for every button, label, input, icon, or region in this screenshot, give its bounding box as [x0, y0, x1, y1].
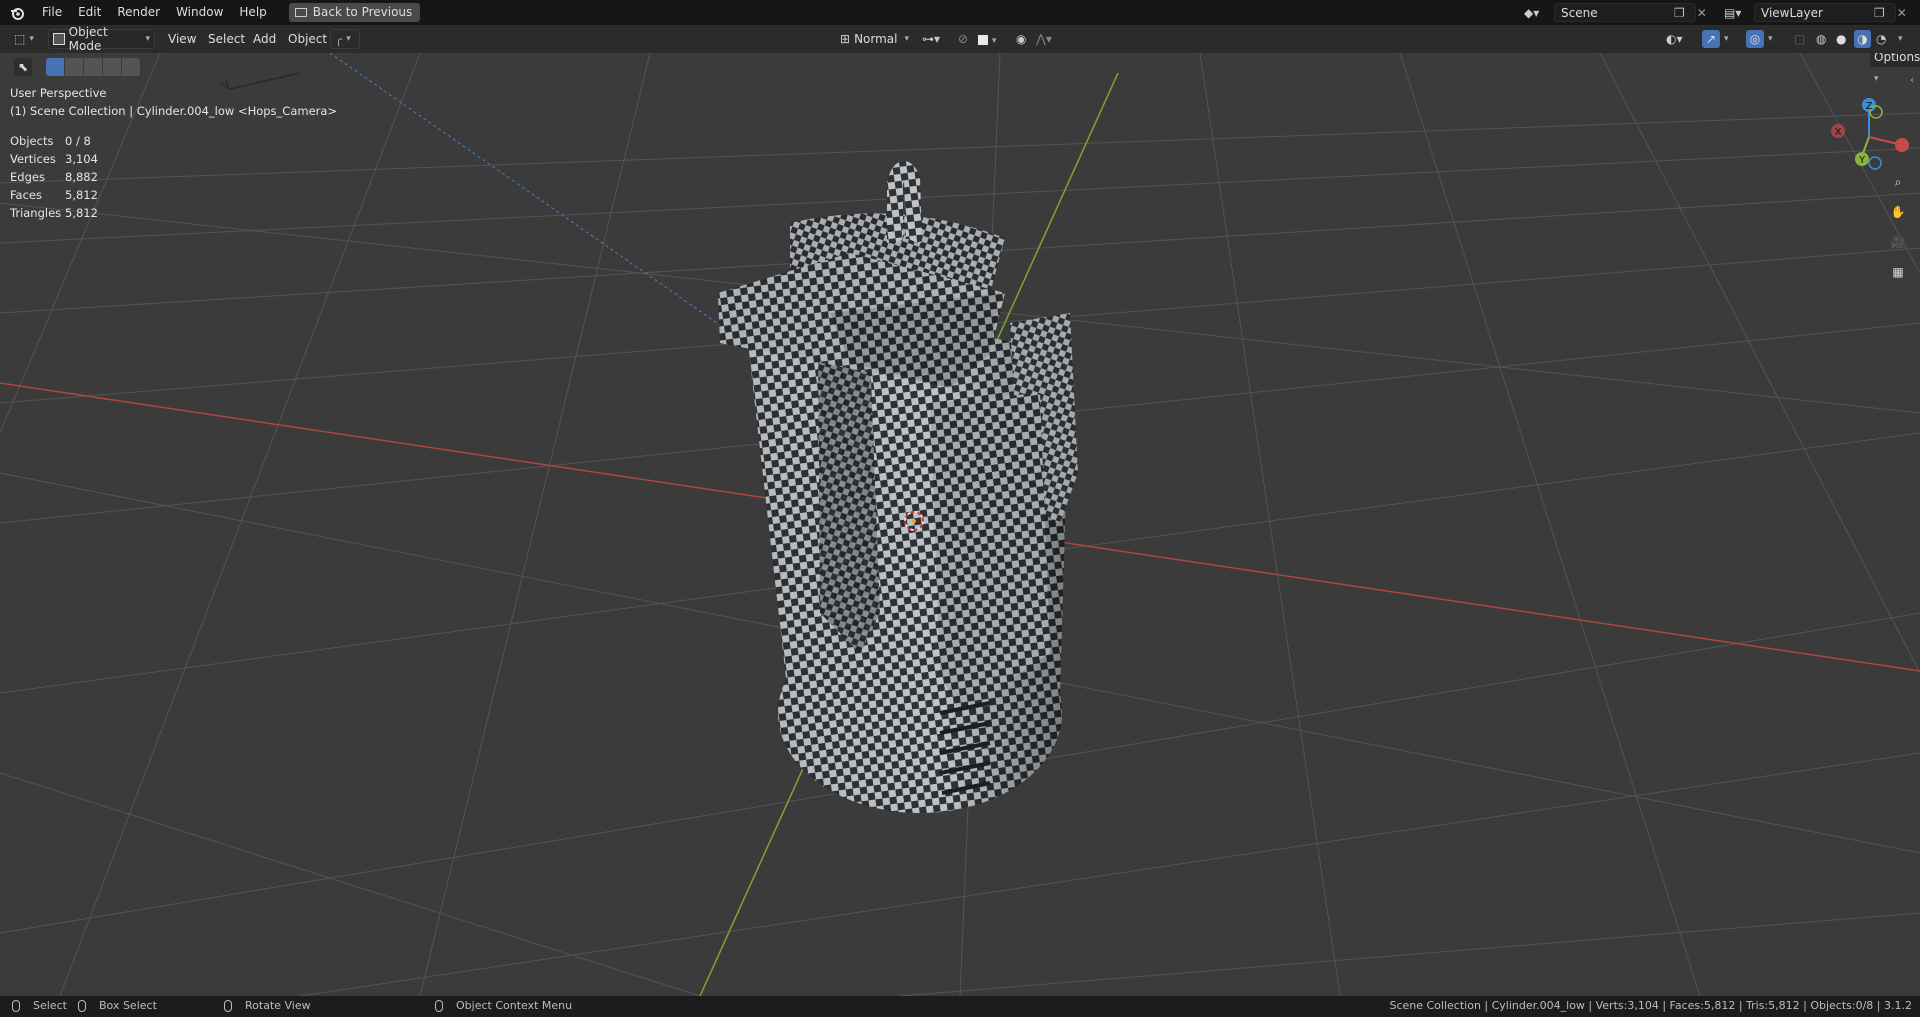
active-object-label: (1) Scene Collection | Cylinder.004_low …	[10, 104, 338, 118]
close-scene-icon[interactable]: ✕	[1697, 6, 1707, 20]
status-box-select: Box Select	[99, 999, 157, 1012]
status-info: Scene Collection | Cylinder.004_low | Ve…	[1389, 999, 1912, 1012]
menu-window[interactable]: Window	[168, 0, 231, 25]
view-perspective-label: User Perspective	[10, 86, 107, 100]
status-select: Select	[33, 999, 67, 1012]
screen-icon	[294, 8, 307, 17]
menu-select[interactable]: Select	[208, 29, 245, 49]
wireframe-shading-icon[interactable]: ◍	[1816, 29, 1826, 49]
copy-scene-icon[interactable]: ❐	[1674, 6, 1685, 20]
close-viewlayer-icon[interactable]: ✕	[1897, 6, 1907, 20]
gizmo-x-label: X	[1835, 127, 1842, 138]
menu-add[interactable]: Add	[253, 29, 276, 49]
copy-viewlayer-icon[interactable]: ❐	[1874, 6, 1885, 20]
select-invert-icon[interactable]	[103, 58, 121, 76]
perspective-toggle-icon[interactable]: ▦	[1885, 259, 1911, 285]
viewport-header: ⬚ ▾ Object Mode ▾ View Select Add Object …	[0, 25, 1920, 53]
scene-icon[interactable]: ◆▾	[1524, 6, 1554, 20]
orientation-label: Normal	[854, 32, 898, 46]
gizmo-dropdown-icon[interactable]: ▾	[1724, 29, 1729, 49]
select-subtract-icon[interactable]	[84, 58, 102, 76]
menu-edit[interactable]: Edit	[70, 0, 109, 25]
transform-orientation-dropdown[interactable]: ⊞ Normal ▾	[836, 29, 913, 49]
overlays-toggle-icon[interactable]: ◎	[1746, 30, 1764, 48]
select-intersect-icon[interactable]	[122, 58, 140, 76]
pivot-point-icon[interactable]: ⊶▾	[922, 29, 940, 49]
rendered-shading-icon[interactable]: ◔	[1876, 29, 1886, 49]
camera-dashed-line	[329, 53, 761, 354]
xray-toggle-icon[interactable]: ▢	[1794, 29, 1805, 49]
cylinder-object	[718, 161, 1078, 813]
cube-icon: ⬚	[14, 32, 26, 46]
3d-viewport[interactable]: ⬉ Options ▾ User Perspective (1) Scene C…	[0, 53, 1920, 996]
menu-view[interactable]: View	[168, 29, 196, 49]
shading-dropdown-icon[interactable]: ▾	[1898, 29, 1903, 49]
options-button[interactable]: Options ▾	[1870, 53, 1920, 84]
mode-dropdown[interactable]: Object Mode ▾	[48, 25, 155, 53]
middle-mouse-icon	[224, 1000, 232, 1012]
falloff-dropdown[interactable]: ╭ ▾	[330, 29, 360, 49]
object-mode-icon	[53, 33, 65, 45]
select-new-icon[interactable]	[46, 58, 64, 76]
solid-shading-icon[interactable]: ●	[1836, 29, 1846, 49]
status-context-menu: Object Context Menu	[456, 999, 573, 1012]
status-bar: Select Box Select Rotate View Object Con…	[0, 996, 1920, 1017]
curve-icon: ╭	[335, 32, 343, 46]
viewlayer-selector: ▤▾ ViewLayer ❐ ✕	[1724, 3, 1907, 22]
scene-statistics: Objects 0 / 8 Vertices 3,104 Edges 8,882 Fa…	[10, 134, 98, 220]
navigation-gizmo[interactable]: Z Y X	[1820, 91, 1910, 171]
select-mode-group	[46, 58, 140, 76]
proportional-editing-icon[interactable]: ◉	[1016, 29, 1026, 49]
orientation-icon: ⊞	[840, 32, 851, 46]
scene-selector: ◆▾ Scene ❐ ✕	[1524, 3, 1707, 22]
select-extend-icon[interactable]	[65, 58, 83, 76]
select-tool-icon[interactable]: ⬉	[14, 58, 32, 76]
status-rotate-view: Rotate View	[245, 999, 311, 1012]
gizmo-toggle-icon[interactable]: ↗	[1702, 30, 1720, 48]
right-mouse-icon	[435, 1000, 443, 1012]
gizmo-y-label: Y	[1858, 155, 1866, 166]
back-to-previous-button[interactable]: Back to Previous	[288, 3, 421, 22]
visibility-icon[interactable]: ◐▾	[1666, 29, 1683, 49]
viewlayer-icon[interactable]: ▤▾	[1724, 6, 1754, 20]
snap-target-dropdown[interactable]: ▾	[978, 29, 996, 49]
back-to-previous-label: Back to Previous	[312, 5, 413, 19]
zoom-icon[interactable]: ⌕	[1885, 169, 1911, 195]
camera-view-icon[interactable]: 🎥	[1885, 229, 1911, 255]
pan-hand-icon[interactable]: ✋	[1885, 199, 1911, 225]
top-menu-bar: File Edit Render Window Help Back to Pre…	[0, 0, 1920, 25]
left-mouse-icon	[12, 1000, 20, 1012]
menu-object[interactable]: Object	[288, 29, 327, 49]
blender-logo-icon[interactable]	[0, 0, 34, 25]
snap-icon[interactable]: ⊘	[958, 29, 968, 49]
camera-frame-lines	[219, 72, 301, 90]
menu-file[interactable]: File	[34, 0, 70, 25]
gizmo-z-label: Z	[1866, 101, 1873, 112]
menu-help[interactable]: Help	[231, 0, 274, 25]
material-preview-icon[interactable]: ◑	[1854, 30, 1871, 48]
menu-render[interactable]: Render	[109, 0, 168, 25]
editor-type-dropdown[interactable]: ⬚ ▾	[10, 29, 44, 49]
sidebar-toggle-icon[interactable]: ‹	[1910, 75, 1914, 86]
overlays-dropdown-icon[interactable]: ▾	[1768, 29, 1773, 49]
proportional-falloff-icon[interactable]: ⋀▾	[1036, 29, 1052, 49]
viewport-scene	[0, 53, 1920, 996]
box-select-mouse-icon	[78, 1000, 86, 1012]
mode-label: Object Mode	[68, 25, 108, 53]
